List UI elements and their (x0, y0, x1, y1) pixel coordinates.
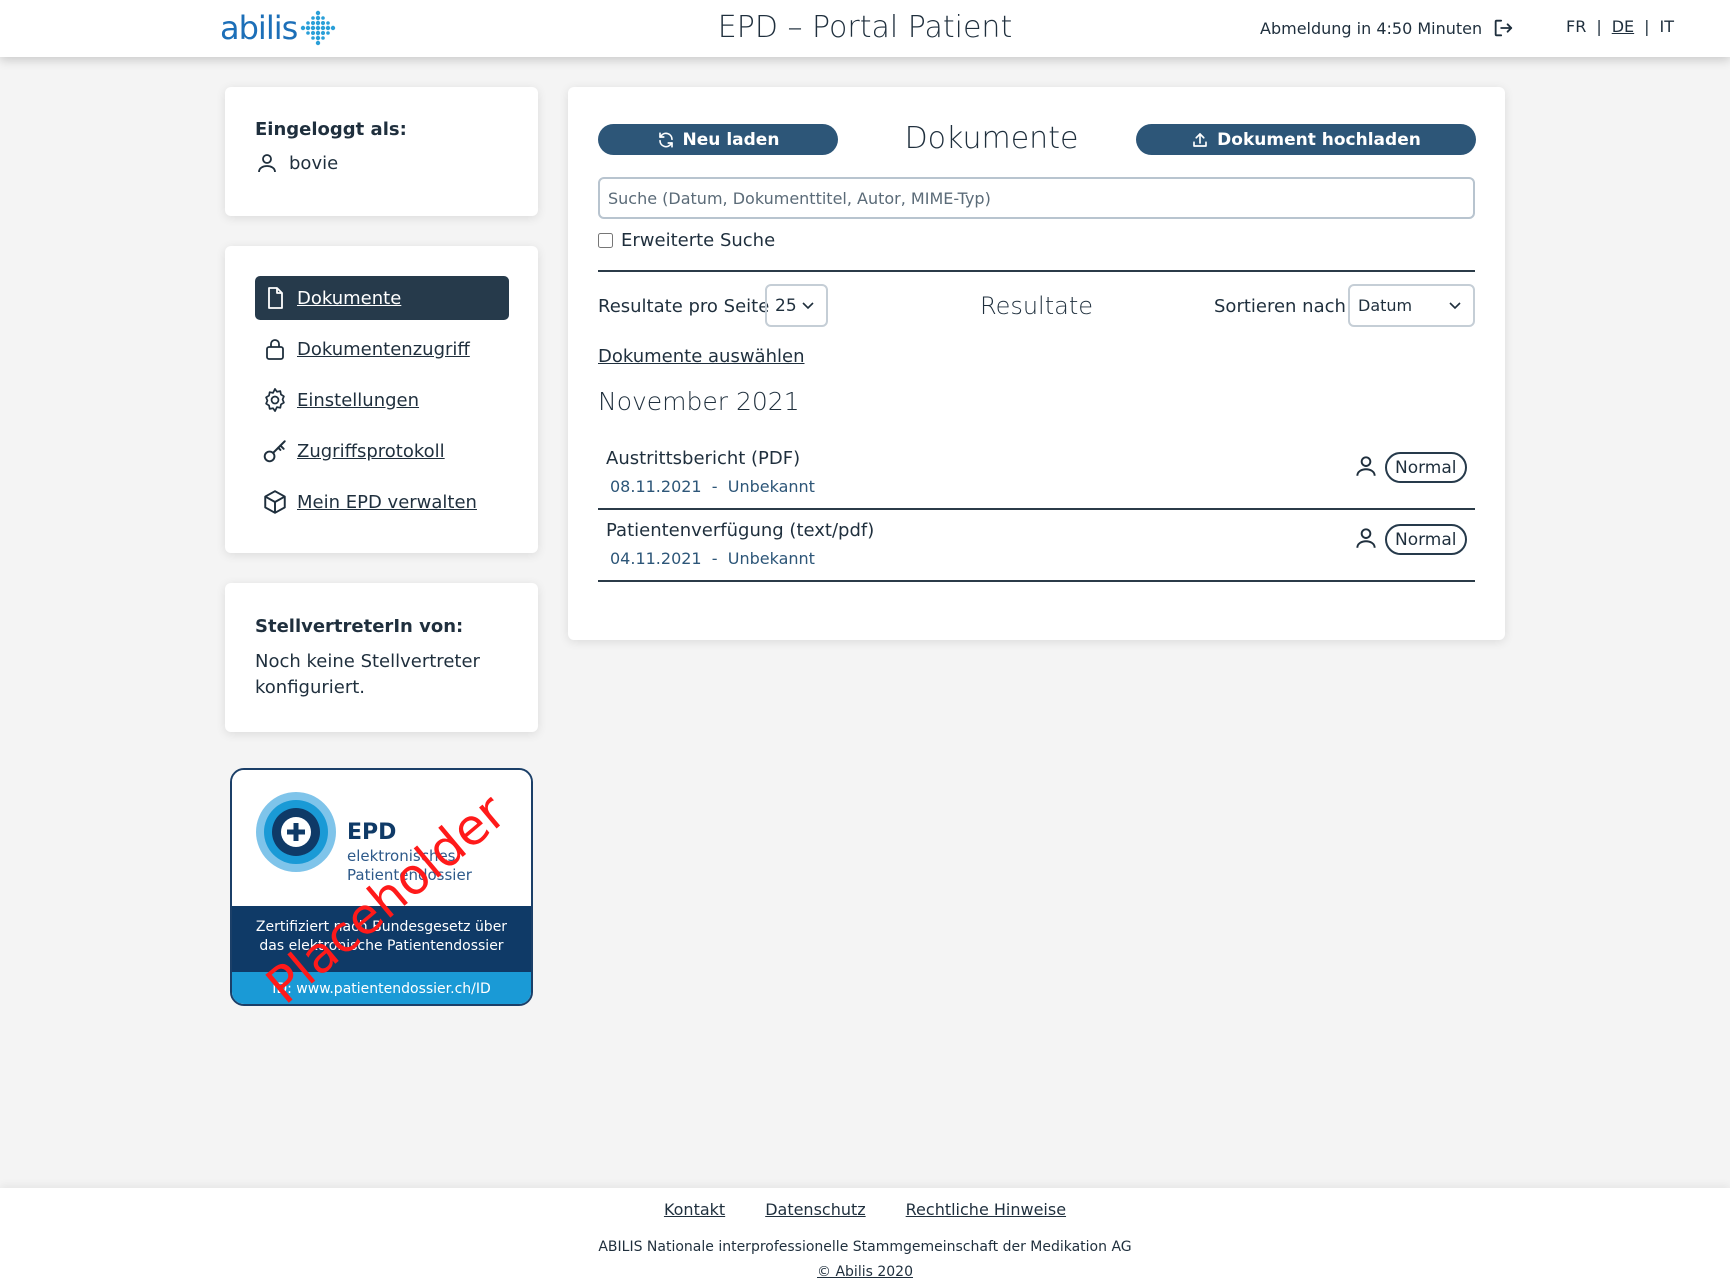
user-icon (258, 154, 276, 173)
representative-card: StellvertreterIn von: Noch keine Stellve… (225, 583, 538, 732)
row-divider (598, 508, 1475, 510)
search-input[interactable] (598, 177, 1475, 219)
document-row[interactable]: Austrittsbericht (PDF) 08.11.2021 - Unbe… (598, 440, 1475, 510)
chevron-down-icon (1449, 302, 1461, 310)
sort-by-select[interactable]: Datum (1348, 284, 1475, 327)
person-icon (1356, 528, 1376, 548)
document-title[interactable]: Patientenverfügung (text/pdf) (606, 520, 874, 541)
footer-link-rechtliche-hinweise[interactable]: Rechtliche Hinweise (906, 1200, 1066, 1219)
lang-de[interactable]: DE (1612, 17, 1634, 36)
advanced-search-toggle[interactable]: Erweiterte Suche (598, 230, 775, 251)
results-title: Resultate (979, 292, 1094, 320)
logo-cross-icon (301, 10, 336, 46)
footer-link-datenschutz[interactable]: Datenschutz (765, 1200, 865, 1219)
sort-by-value: Datum (1358, 296, 1413, 315)
sidebar-item-einstellungen[interactable]: Einstellungen (255, 378, 509, 422)
key-icon (261, 437, 289, 465)
logo-text: abilis (220, 9, 298, 47)
document-date: 04.11.2021 (610, 549, 702, 568)
logout-icon (1494, 19, 1513, 37)
sidebar-item-label: Zugriffsprotokoll (297, 440, 445, 462)
document-author: Unbekannt (727, 549, 815, 568)
epd-certificate-badge: EPD elektronisches Patientendossier Zert… (230, 768, 533, 1006)
sidebar-item-label: Dokumentenzugriff (297, 338, 470, 360)
language-switcher: FR | DE | IT (1566, 17, 1674, 36)
sidebar-nav: Dokumente Dokumentenzugriff Einstellunge… (225, 246, 538, 553)
footer-organization: ABILIS Nationale interprofessionelle Sta… (598, 1239, 1132, 1255)
documents-title: Dokumente (904, 121, 1079, 156)
lock-icon (261, 335, 289, 363)
refresh-icon (658, 131, 673, 148)
app-header: abilis EPD – Portal Patient Abmeldung in… (0, 0, 1730, 57)
footer-links: Kontakt Datenschutz Rechtliche Hinweise (0, 1200, 1730, 1219)
username: bovie (289, 152, 339, 174)
logout-button[interactable]: Abmeldung in 4:50 Minuten (1260, 17, 1514, 39)
lang-it[interactable]: IT (1660, 17, 1675, 36)
login-card: Eingeloggt als: bovie (225, 87, 538, 216)
lang-fr[interactable]: FR (1566, 17, 1586, 36)
document-row[interactable]: Patientenverfügung (text/pdf) 04.11.2021… (598, 512, 1475, 582)
person-icon (1356, 456, 1376, 476)
sidebar-item-dokumente[interactable]: Dokumente (255, 276, 509, 320)
logged-in-label: Eingeloggt als: (255, 119, 407, 140)
divider (598, 270, 1475, 272)
epd-logo-icon (256, 792, 336, 872)
results-per-page-label: Resultate pro Seite (598, 296, 770, 317)
document-icon (261, 284, 289, 312)
sidebar-item-zugriffsprotokoll[interactable]: Zugriffsprotokoll (255, 429, 509, 473)
sidebar-item-mein-epd-verwalten[interactable]: Mein EPD verwalten (255, 480, 509, 524)
logged-in-user: bovie (255, 151, 338, 175)
confidentiality-badge: Normal (1385, 524, 1467, 555)
documents-panel: Neu laden Dokumente Dokument hochladen E… (568, 87, 1505, 640)
representative-label: StellvertreterIn von: (255, 616, 464, 637)
confidentiality-badge: Normal (1385, 452, 1467, 483)
meta-separator: - (711, 549, 718, 568)
chevron-down-icon (802, 302, 814, 310)
representative-text: Noch keine Stellvertreter konfiguriert. (255, 651, 480, 698)
document-meta: 08.11.2021 - Unbekannt (610, 477, 815, 496)
advanced-search-checkbox[interactable] (598, 233, 613, 248)
gear-icon (261, 386, 289, 414)
logout-countdown: Abmeldung in 4:50 Minuten (1260, 18, 1483, 38)
document-title[interactable]: Austrittsbericht (PDF) (606, 448, 800, 469)
document-date: 08.11.2021 (610, 477, 702, 496)
select-documents-link[interactable]: Dokumente auswählen (598, 346, 804, 367)
row-divider (598, 580, 1475, 582)
results-per-page-select[interactable]: 25 (765, 284, 828, 327)
document-meta: 04.11.2021 - Unbekannt (610, 549, 815, 568)
reload-label: Neu laden (682, 129, 780, 150)
document-author: Unbekannt (727, 477, 815, 496)
upload-icon (1193, 132, 1207, 147)
lang-separator: | (1644, 17, 1650, 36)
lang-separator: | (1596, 17, 1602, 36)
sort-by-label: Sortieren nach (1214, 296, 1346, 317)
abilis-logo[interactable]: abilis (220, 8, 337, 48)
month-heading: November 2021 (598, 387, 800, 416)
upload-document-button[interactable]: Dokument hochladen (1136, 124, 1476, 155)
sidebar-item-label: Einstellungen (297, 389, 420, 411)
footer-link-kontakt[interactable]: Kontakt (664, 1200, 725, 1219)
meta-separator: - (711, 477, 718, 496)
page-footer: Kontakt Datenschutz Rechtliche Hinweise … (0, 1188, 1730, 1286)
reload-button[interactable]: Neu laden (598, 124, 838, 155)
footer-copyright[interactable]: © Abilis 2020 (0, 1264, 1730, 1280)
advanced-search-label: Erweiterte Suche (621, 230, 776, 251)
results-per-page-value: 25 (775, 295, 797, 316)
upload-label: Dokument hochladen (1217, 129, 1421, 150)
sidebar-item-label: Dokumente (297, 287, 402, 309)
badge-title: EPD (347, 820, 397, 845)
sidebar-item-label: Mein EPD verwalten (297, 491, 477, 513)
sidebar-item-dokumentenzugriff[interactable]: Dokumentenzugriff (255, 327, 509, 371)
box-icon (261, 488, 289, 516)
